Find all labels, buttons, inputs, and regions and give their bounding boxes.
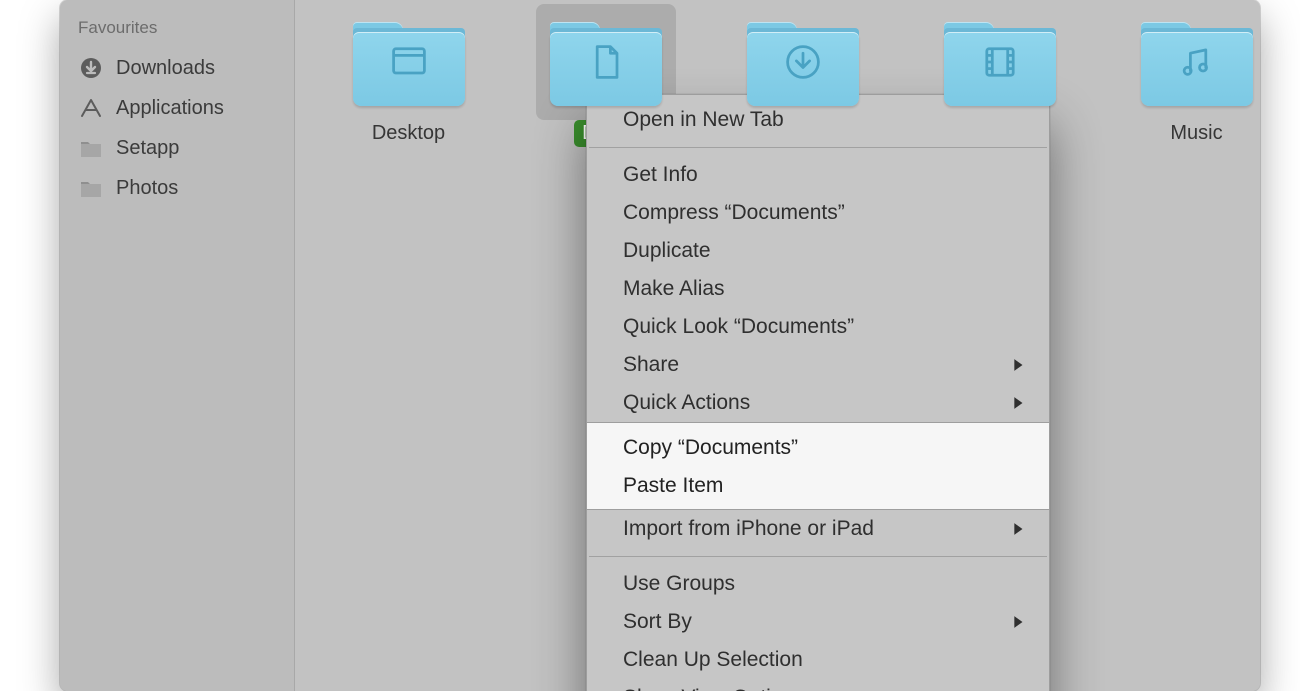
menu-item-paste[interactable]: Paste Item: [587, 467, 1049, 505]
menu-item-label: Make Alias: [623, 277, 725, 300]
menu-item-label: Share: [623, 353, 679, 376]
folder-icon: [349, 12, 469, 112]
menu-item-label: Copy “Documents”: [623, 436, 798, 459]
sidebar-item-applications[interactable]: Applications: [60, 88, 294, 128]
menu-section: Get Info Compress “Documents” Duplicate …: [587, 156, 1049, 422]
menu-section-highlighted: Copy “Documents” Paste Item: [587, 422, 1049, 510]
folder-label: Desktop: [364, 120, 453, 147]
menu-item-label: Get Info: [623, 163, 698, 186]
sidebar-item-downloads[interactable]: Downloads: [60, 48, 294, 88]
menu-item-label: Compress “Documents”: [623, 201, 845, 224]
menu-item-compress[interactable]: Compress “Documents”: [587, 194, 1049, 232]
sidebar-item-label: Applications: [116, 97, 224, 120]
sidebar: Favourites Downloads Applications Setapp: [60, 0, 295, 691]
menu-item-duplicate[interactable]: Duplicate: [587, 232, 1049, 270]
menu-item-import-iphone-ipad[interactable]: Import from iPhone or iPad: [587, 510, 1049, 548]
menu-item-label: Clean Up Selection: [623, 648, 803, 671]
folder-icon: [546, 12, 666, 112]
sidebar-item-label: Photos: [116, 177, 178, 200]
menu-item-use-groups[interactable]: Use Groups: [587, 565, 1049, 603]
download-glyph-icon: [743, 12, 863, 112]
menu-item-make-alias[interactable]: Make Alias: [587, 270, 1049, 308]
menu-divider: [589, 556, 1047, 557]
folder-icon: [1137, 12, 1257, 112]
menu-item-quick-actions[interactable]: Quick Actions: [587, 384, 1049, 422]
sidebar-heading-favourites: Favourites: [60, 14, 294, 48]
menu-item-clean-up-selection[interactable]: Clean Up Selection: [587, 641, 1049, 679]
folder-desktop[interactable]: Desktop: [345, 12, 472, 147]
menu-divider: [589, 147, 1047, 148]
sidebar-item-label: Setapp: [116, 137, 179, 160]
submenu-arrow-icon: [1013, 358, 1025, 372]
menu-item-label: Import from iPhone or iPad: [623, 517, 874, 540]
folder-generic-icon: [78, 135, 104, 161]
menu-item-get-info[interactable]: Get Info: [587, 156, 1049, 194]
menu-item-share[interactable]: Share: [587, 346, 1049, 384]
menu-item-label: Quick Actions: [623, 391, 750, 414]
download-circle-icon: [78, 55, 104, 81]
submenu-arrow-icon: [1013, 522, 1025, 536]
menu-item-label: Show View Options: [623, 686, 805, 691]
folder-label: Music: [1162, 120, 1230, 147]
sidebar-item-label: Downloads: [116, 57, 215, 80]
applications-icon: [78, 95, 104, 121]
menu-item-label: Quick Look “Documents”: [623, 315, 854, 338]
submenu-arrow-icon: [1013, 615, 1025, 629]
submenu-arrow-icon: [1013, 396, 1025, 410]
music-glyph-icon: [1137, 12, 1257, 112]
menu-item-show-view-options[interactable]: Show View Options: [587, 679, 1049, 691]
folder-icon: [940, 12, 1060, 112]
movies-glyph-icon: [940, 12, 1060, 112]
menu-section: Import from iPhone or iPad: [587, 510, 1049, 548]
menu-item-copy[interactable]: Copy “Documents”: [587, 429, 1049, 467]
menu-item-label: Duplicate: [623, 239, 711, 262]
document-glyph-icon: [546, 12, 666, 112]
sidebar-item-setapp[interactable]: Setapp: [60, 128, 294, 168]
sidebar-item-photos[interactable]: Photos: [60, 168, 294, 208]
menu-item-quick-look[interactable]: Quick Look “Documents”: [587, 308, 1049, 346]
menu-section: Use Groups Sort By Clean Up Selection Sh…: [587, 565, 1049, 691]
menu-item-sort-by[interactable]: Sort By: [587, 603, 1049, 641]
folder-icon: [743, 12, 863, 112]
desktop-glyph-icon: [349, 12, 469, 112]
menu-item-label: Paste Item: [623, 474, 723, 497]
menu-item-label: Use Groups: [623, 572, 735, 595]
menu-item-label: Sort By: [623, 610, 692, 633]
context-menu: Open in New Tab Get Info Compress “Docum…: [586, 94, 1050, 691]
folder-music[interactable]: Music: [1133, 12, 1260, 147]
folder-generic-icon: [78, 175, 104, 201]
